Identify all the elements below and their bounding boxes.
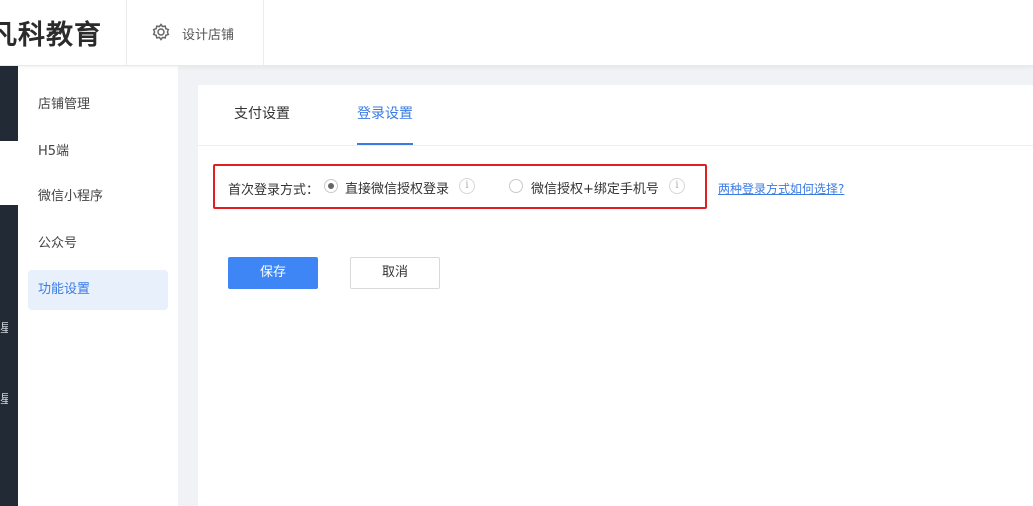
radio-direct-wechat-login-label[interactable]: 直接微信授权登录 <box>345 178 449 197</box>
radio-direct-wechat-login[interactable] <box>324 179 338 193</box>
top-header: 凡科教育 设计店铺 <box>0 0 1033 66</box>
info-icon[interactable]: i <box>459 178 475 194</box>
radio-wechat-bind-phone[interactable] <box>509 179 523 193</box>
rail-item-label[interactable]: 星 <box>0 390 8 407</box>
settings-panel: 支付设置 登录设置 首次登录方式： 直接微信授权登录 i 微信授权+绑定手机号 … <box>198 85 1033 506</box>
gear-icon <box>152 23 170 41</box>
design-shop-label: 设计店铺 <box>182 28 235 43</box>
sidebar-item-feature-settings[interactable]: 功能设置 <box>28 270 168 310</box>
login-method-label: 首次登录方式： <box>228 183 320 198</box>
settings-sidebar: 店铺管理 H5端 微信小程序 公众号 功能设置 <box>18 65 178 506</box>
sidebar-item-official-account[interactable]: 公众号 <box>28 224 168 264</box>
radio-wechat-bind-phone-label[interactable]: 微信授权+绑定手机号 <box>531 178 659 197</box>
login-method-help-link[interactable]: 两种登录方式如何选择? <box>718 180 844 197</box>
info-icon[interactable]: i <box>669 178 685 194</box>
design-shop-button[interactable]: 设计店铺 <box>127 0 264 65</box>
cancel-button[interactable]: 取消 <box>350 257 440 289</box>
tab-payment-settings[interactable]: 支付设置 <box>234 85 290 143</box>
rail-item-label[interactable]: 星 <box>0 319 8 336</box>
login-method-row: 首次登录方式： 直接微信授权登录 i 微信授权+绑定手机号 i <box>213 164 707 209</box>
sidebar-item-shop-management[interactable]: 店铺管理 <box>28 85 168 125</box>
save-button[interactable]: 保存 <box>228 257 318 289</box>
main-nav-rail: 星 星 <box>0 65 18 506</box>
brand-name: 凡科教育 <box>0 20 102 51</box>
sidebar-item-wechat-miniprogram[interactable]: 微信小程序 <box>28 177 168 217</box>
sidebar-item-h5[interactable]: H5端 <box>28 132 168 172</box>
rail-active-gap <box>0 141 18 205</box>
settings-tabs: 支付设置 登录设置 <box>198 85 1033 146</box>
brand-logo[interactable]: 凡科教育 <box>0 0 127 65</box>
tab-login-settings[interactable]: 登录设置 <box>357 85 413 145</box>
